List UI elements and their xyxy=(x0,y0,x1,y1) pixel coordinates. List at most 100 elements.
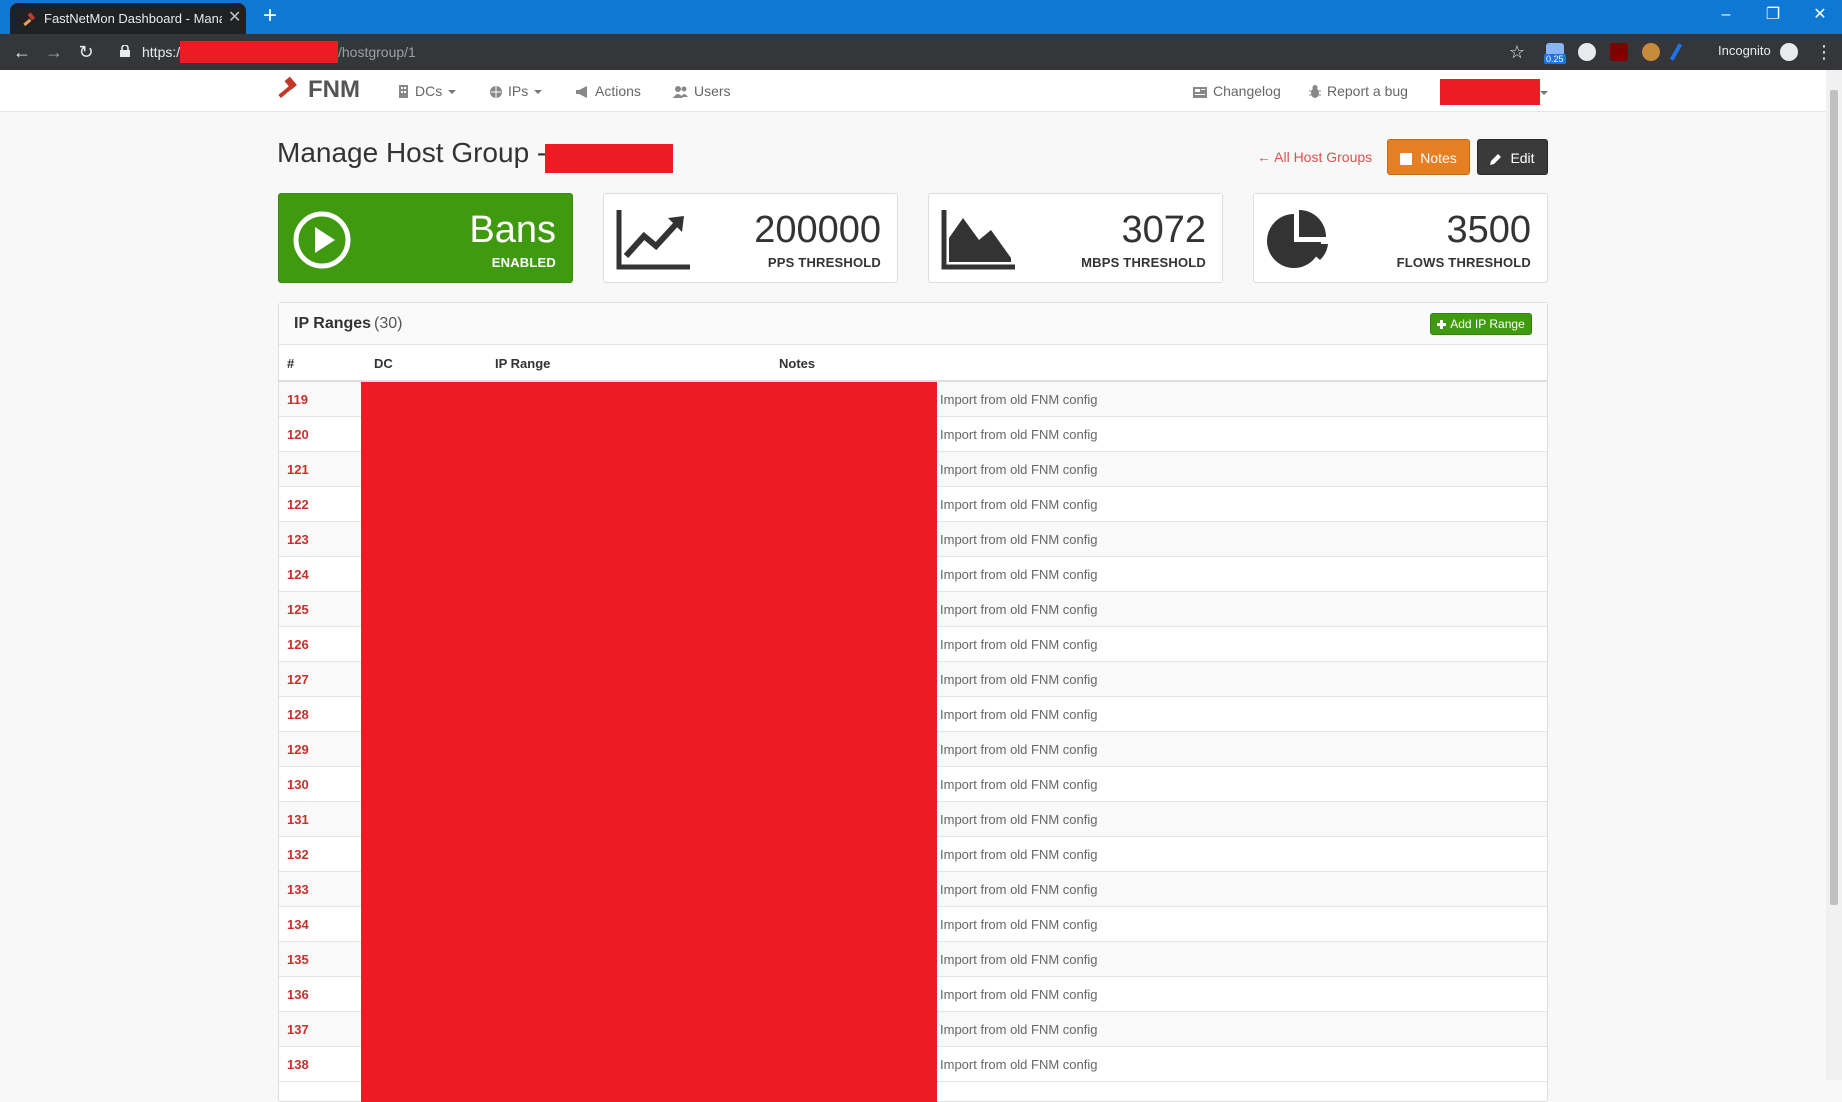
menu-dots-icon[interactable]: ⋮ xyxy=(1810,40,1838,64)
row-note: Import from old FNM config xyxy=(940,567,1098,582)
incognito-icon[interactable] xyxy=(1780,43,1798,61)
nav-users[interactable]: Users xyxy=(673,83,731,99)
row-note: Import from old FNM config xyxy=(940,672,1098,687)
caret-down-icon[interactable] xyxy=(1540,91,1548,95)
panel-count: (30) xyxy=(374,315,403,332)
flows-label: FLOWS THRESHOLD xyxy=(1396,255,1531,270)
browser-toolbar: ← → ↻ https:/ /hostgroup/1 ☆ 0.25 Incogn… xyxy=(0,34,1842,70)
nav-report-bug[interactable]: Report a bug xyxy=(1309,83,1408,99)
nav-dcs[interactable]: DCs xyxy=(398,83,457,99)
mbps-value: 3072 xyxy=(1121,209,1206,251)
ublock-icon[interactable] xyxy=(1610,43,1628,61)
row-id-link[interactable]: 125 xyxy=(287,602,309,617)
tab-close-icon[interactable]: ✕ xyxy=(228,7,241,27)
nav-actions[interactable]: Actions xyxy=(576,83,641,99)
row-id-link[interactable]: 138 xyxy=(287,1057,309,1072)
address-bar[interactable]: https:/ /hostgroup/1 xyxy=(116,39,1516,65)
redacted-group-name xyxy=(545,144,673,173)
row-note: Import from old FNM config xyxy=(940,847,1098,862)
row-id-link[interactable]: 121 xyxy=(287,462,309,477)
nav-changelog-label: Changelog xyxy=(1213,83,1281,99)
minimize-icon[interactable]: – xyxy=(1706,4,1746,26)
restore-icon[interactable]: ❐ xyxy=(1753,4,1793,26)
row-note: Import from old FNM config xyxy=(940,602,1098,617)
row-id-link[interactable]: 131 xyxy=(287,812,309,827)
bans-label: ENABLED xyxy=(491,255,556,270)
nav-ips[interactable]: IPs xyxy=(490,83,543,99)
row-note: Import from old FNM config xyxy=(940,777,1098,792)
caret-down-icon xyxy=(448,90,457,94)
row-id-link[interactable]: 120 xyxy=(287,427,309,442)
row-id-link[interactable]: 129 xyxy=(287,742,309,757)
row-note: Import from old FNM config xyxy=(940,707,1098,722)
brand[interactable]: FNM xyxy=(276,76,360,104)
redacted-user-menu[interactable] xyxy=(1440,79,1540,105)
row-note: Import from old FNM config xyxy=(940,1057,1098,1072)
flows-value: 3500 xyxy=(1446,209,1531,251)
row-id-link[interactable]: 130 xyxy=(287,777,309,792)
row-id-link[interactable]: 135 xyxy=(287,952,309,967)
row-id-link[interactable]: 127 xyxy=(287,672,309,687)
panel-title: IP Ranges xyxy=(294,315,372,332)
globe-icon xyxy=(490,86,502,98)
gavel-icon xyxy=(23,12,36,26)
row-id-link[interactable]: 122 xyxy=(287,497,309,512)
row-note: Import from old FNM config xyxy=(940,812,1098,827)
column-header-number: # xyxy=(287,356,295,371)
reload-icon[interactable]: ↻ xyxy=(72,40,100,64)
row-note: Import from old FNM config xyxy=(940,532,1098,547)
brand-name: FNM xyxy=(308,76,360,103)
forward-arrow-icon[interactable]: → xyxy=(40,40,68,64)
add-ip-range-label: Add IP Range xyxy=(1450,317,1525,331)
bans-status-box[interactable]: Bans ENABLED xyxy=(278,193,573,283)
plus-icon xyxy=(1437,320,1447,329)
row-note: Import from old FNM config xyxy=(940,392,1098,407)
add-ip-range-button[interactable]: Add IP Range xyxy=(1430,313,1532,335)
row-id-link[interactable]: 119 xyxy=(287,392,308,407)
nav-dcs-label: DCs xyxy=(415,83,443,99)
row-note: Import from old FNM config xyxy=(940,427,1098,442)
browser-titlebar: FastNetMon Dashboard - Manage Host Group… xyxy=(0,0,1842,34)
pps-value: 200000 xyxy=(754,209,881,251)
browser-tab[interactable]: FastNetMon Dashboard - Manage Host Group… xyxy=(10,3,246,34)
nav-changelog[interactable]: Changelog xyxy=(1193,83,1281,99)
close-window-icon[interactable]: ✕ xyxy=(1800,4,1840,26)
edit-button[interactable]: Edit xyxy=(1477,139,1548,175)
pen-extension-icon[interactable] xyxy=(1669,43,1683,61)
pps-label: PPS THRESHOLD xyxy=(767,255,881,270)
row-note: Import from old FNM config xyxy=(940,987,1098,1002)
incognito-label: Incognito xyxy=(1718,43,1771,58)
row-id-link[interactable]: 133 xyxy=(287,882,309,897)
back-arrow-icon[interactable]: ← xyxy=(8,40,36,64)
row-id-link[interactable]: 123 xyxy=(287,532,309,547)
row-id-link[interactable]: 137 xyxy=(287,1022,309,1037)
nav-users-label: Users xyxy=(694,83,731,99)
redacted-hostname xyxy=(180,41,338,63)
row-id-link[interactable]: 126 xyxy=(287,637,309,652)
flows-threshold-box: 3500 FLOWS THRESHOLD xyxy=(1253,193,1548,283)
row-id-link[interactable]: 132 xyxy=(287,847,309,862)
all-host-groups-link[interactable]: ← All Host Groups xyxy=(1257,149,1372,165)
scrollbar-thumb[interactable] xyxy=(1830,90,1838,905)
row-note: Import from old FNM config xyxy=(940,497,1098,512)
mbps-label: MBPS THRESHOLD xyxy=(1081,255,1206,270)
cookie-icon[interactable] xyxy=(1642,43,1660,61)
column-header-ip-range: IP Range xyxy=(495,356,551,371)
row-id-link[interactable]: 128 xyxy=(287,707,309,722)
row-id-link[interactable]: 136 xyxy=(287,987,309,1002)
row-note: Import from old FNM config xyxy=(940,742,1098,757)
row-id-link[interactable]: 124 xyxy=(287,567,309,582)
row-note: Import from old FNM config xyxy=(940,462,1098,477)
notes-button[interactable]: Notes xyxy=(1387,139,1470,175)
ip-extension-icon[interactable] xyxy=(1578,43,1596,61)
redacted-dc-and-ip-columns xyxy=(361,382,937,1102)
lock-icon xyxy=(120,45,130,57)
page-scrollbar[interactable] xyxy=(1826,70,1842,1080)
row-note: Import from old FNM config xyxy=(940,917,1098,932)
star-icon[interactable]: ☆ xyxy=(1503,40,1531,64)
pencil-icon xyxy=(1490,154,1502,165)
new-tab-icon[interactable]: + xyxy=(258,2,282,30)
bans-value: Bans xyxy=(469,209,556,251)
tab-title: FastNetMon Dashboard - Manage Host Group xyxy=(44,11,222,26)
row-id-link[interactable]: 134 xyxy=(287,917,309,932)
